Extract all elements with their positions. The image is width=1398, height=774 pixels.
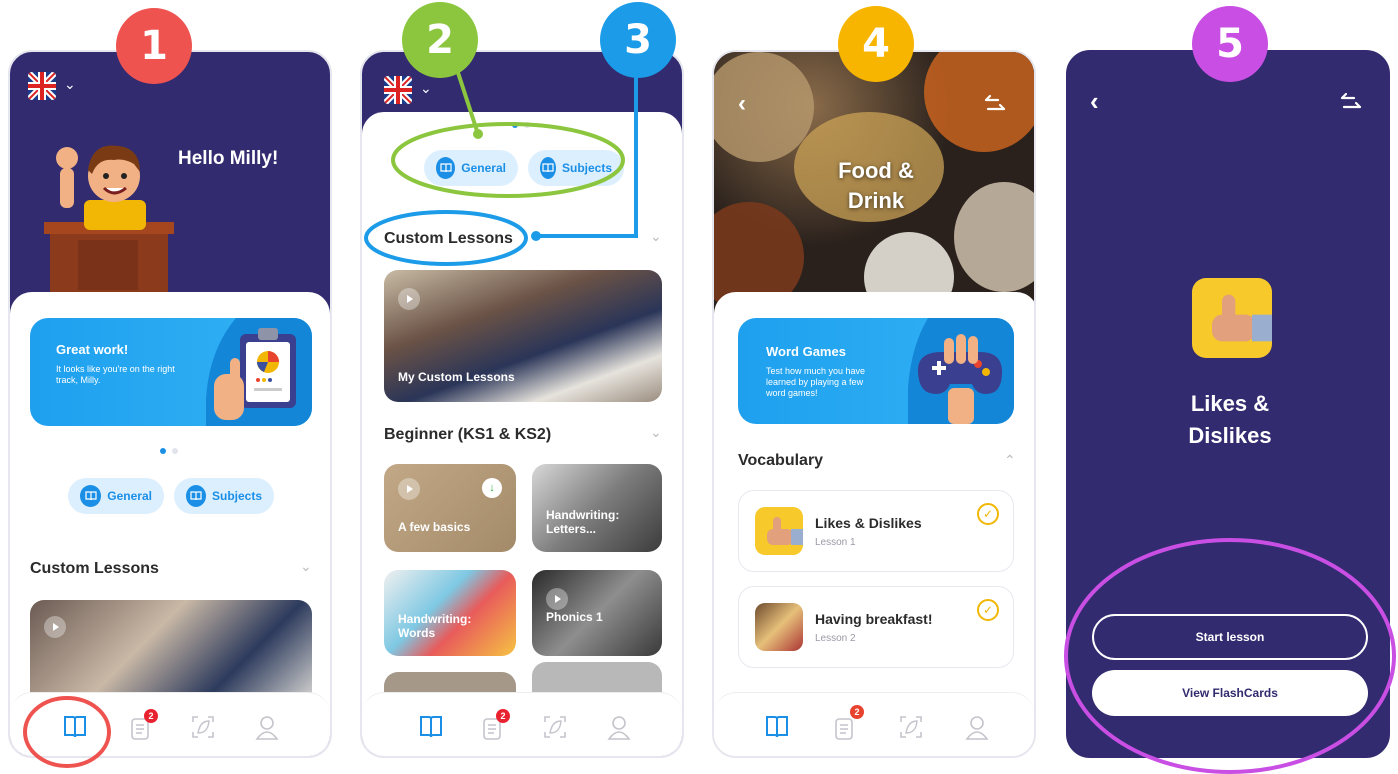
step-badge-2: 2 [402, 2, 478, 78]
tutorial-stage: ⌄ Hello Milly! Great work! It looks like… [0, 0, 1398, 774]
step-badge-5: 5 [1192, 6, 1268, 82]
step-badge-4: 4 [838, 6, 914, 82]
step-badge-3: 3 [600, 2, 676, 78]
annotation-overlay [23, 538, 1396, 774]
step-badge-1: 1 [116, 8, 192, 84]
